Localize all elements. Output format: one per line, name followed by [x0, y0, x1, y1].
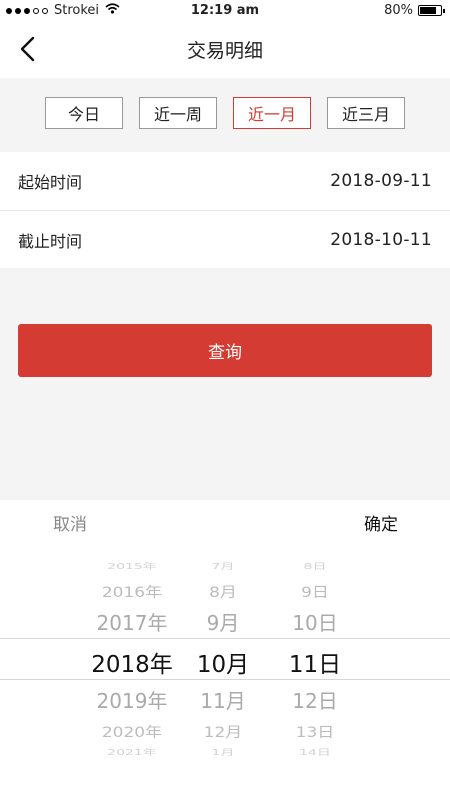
month-option: 8月 [209, 584, 237, 602]
month-option: 7月 [211, 562, 235, 571]
status-bar: Strokei 12:19 am 80% [0, 0, 450, 22]
month-option: 12月 [203, 724, 243, 742]
month-option-selected: 10月 [196, 652, 250, 678]
status-time: 12:19 am [190, 3, 260, 18]
filter-three-months-button[interactable]: 近三月 [327, 97, 405, 129]
battery-percent: 80% [384, 3, 413, 18]
year-option: 2017年 [96, 611, 168, 635]
year-option: 2021年 [107, 748, 157, 757]
start-date-row[interactable]: 起始时间 2018-09-11 [0, 152, 450, 210]
page-title: 交易明细 [186, 40, 263, 62]
year-wheel[interactable]: 2015年 2016年 2017年 2018年 2019年 2020年 2021… [80, 500, 184, 800]
end-date-value: 2018-10-11 [330, 229, 432, 250]
year-option: 2015年 [107, 562, 157, 571]
year-option: 2019年 [96, 689, 168, 713]
filter-today-button[interactable]: 今日 [45, 97, 123, 129]
query-button[interactable]: 查询 [18, 324, 432, 377]
day-option: 8日 [303, 562, 327, 571]
filter-week-button[interactable]: 近一周 [139, 97, 217, 129]
end-date-row[interactable]: 截止时间 2018-10-11 [0, 210, 450, 268]
month-option: 9月 [206, 611, 240, 635]
month-wheel[interactable]: 7月 8月 9月 10月 11月 12月 1月 [188, 500, 258, 800]
day-option: 10日 [292, 611, 338, 635]
day-option: 9日 [301, 584, 329, 602]
month-option: 11月 [200, 689, 246, 713]
picker-confirm-button[interactable]: 确定 [364, 510, 398, 535]
year-option: 2016年 [101, 584, 163, 602]
content-area: 今日 近一周 近一月 近三月 起始时间 2018-09-11 截止时间 2018… [0, 78, 450, 500]
date-form: 起始时间 2018-09-11 截止时间 2018-10-11 [0, 152, 450, 268]
date-range-filters: 今日 近一周 近一月 近三月 [0, 97, 450, 129]
day-option: 14日 [299, 748, 331, 757]
start-date-value: 2018-09-11 [330, 171, 432, 191]
month-option: 1月 [211, 748, 235, 757]
day-option-selected: 11日 [288, 652, 342, 678]
date-picker: 取消 确定 2015年 2016年 2017年 2018年 2019年 2020… [0, 500, 450, 800]
start-date-label: 起始时间 [18, 173, 83, 192]
battery-icon [418, 5, 445, 16]
day-option: 13日 [295, 724, 335, 742]
filter-month-button[interactable]: 近一月 [233, 97, 311, 129]
day-option: 12日 [292, 689, 338, 713]
year-option: 2020年 [101, 724, 163, 742]
year-option-selected: 2018年 [91, 652, 173, 678]
battery-area: 80% [384, 3, 445, 18]
end-date-label: 截止时间 [18, 231, 83, 251]
day-wheel[interactable]: 8日 9日 10日 11日 12日 13日 14日 [280, 500, 350, 800]
nav-bar: 交易明细 [0, 22, 450, 78]
